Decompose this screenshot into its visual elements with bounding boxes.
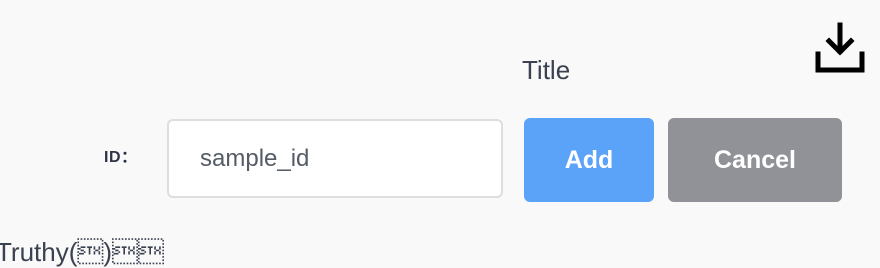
cancel-button[interactable]: Cancel bbox=[668, 118, 842, 202]
page-title: Title bbox=[522, 55, 571, 85]
add-button[interactable]: Add bbox=[524, 118, 654, 202]
id-label: ID： bbox=[104, 149, 138, 166]
id-input[interactable] bbox=[167, 119, 503, 198]
download-button[interactable] bbox=[812, 20, 868, 76]
download-icon bbox=[815, 22, 865, 73]
truncated-text: Truthy() bbox=[0, 237, 165, 267]
